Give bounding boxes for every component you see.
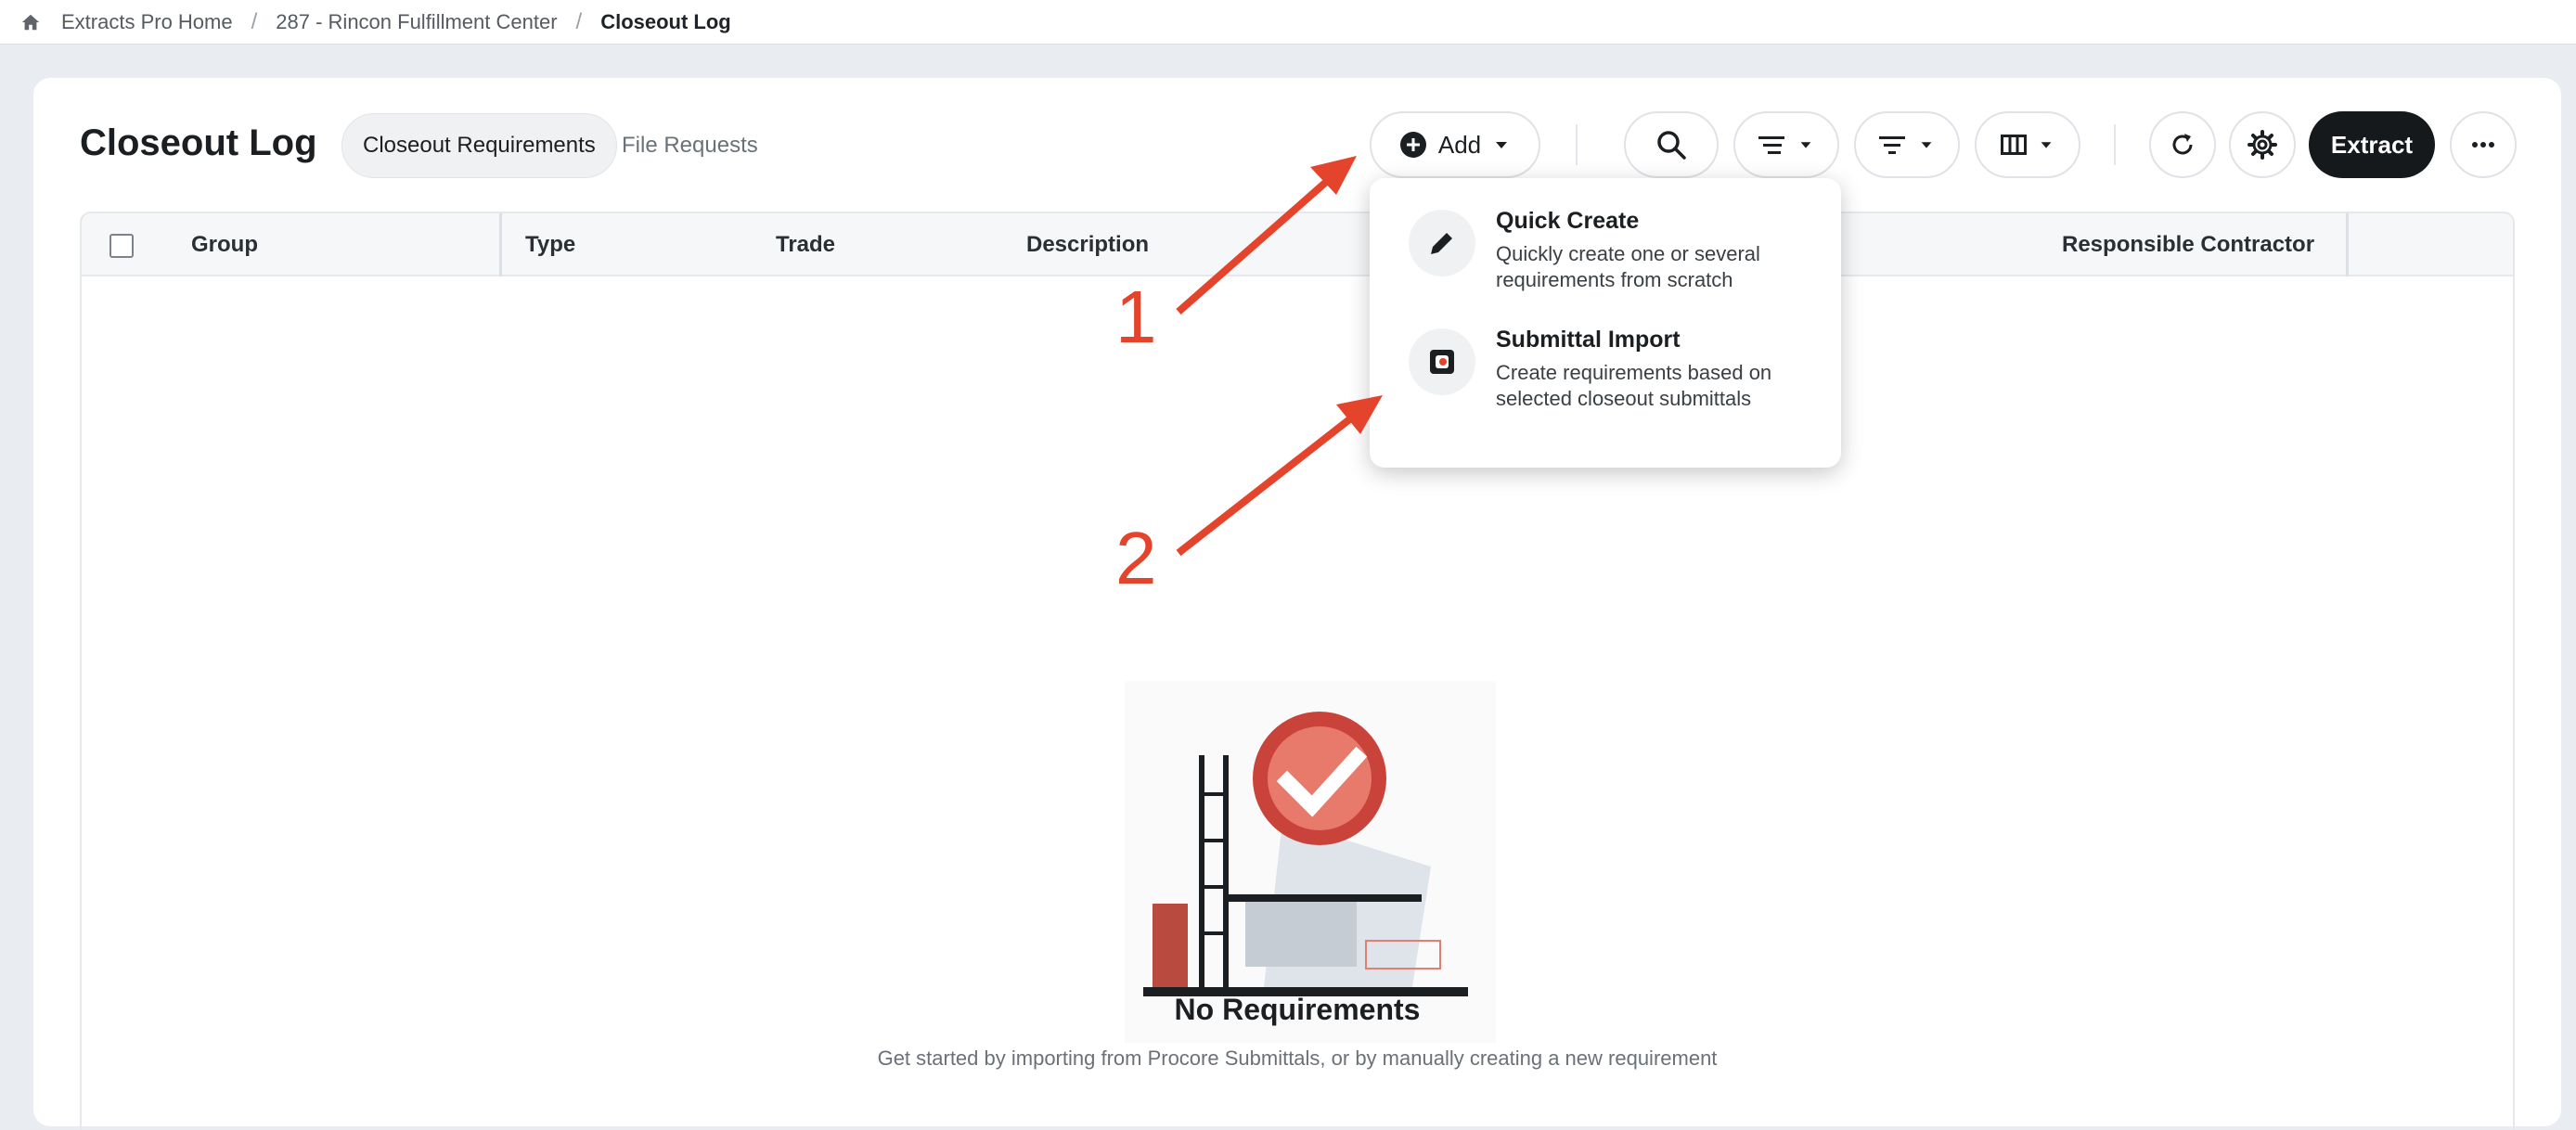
breadcrumb-home[interactable]: Extracts Pro Home (20, 10, 233, 34)
pencil-icon (1409, 210, 1475, 276)
tab-file-requests[interactable]: File Requests (601, 113, 779, 178)
column-header-trade[interactable]: Trade (776, 232, 835, 258)
annotation-number-2: 2 (1115, 517, 1157, 599)
breadcrumb-current: Closeout Log (600, 9, 731, 33)
column-resize-handle[interactable] (2346, 213, 2349, 276)
more-button[interactable] (2450, 111, 2517, 178)
more-dots-icon (2472, 142, 2494, 148)
menu-item-quick-create[interactable]: Quick Create Quickly create one or sever… (1370, 200, 1841, 312)
toolbar-divider (2114, 124, 2116, 165)
caret-down-icon (2041, 142, 2052, 148)
table-header: Group Type Trade Description Responsible… (80, 212, 2515, 276)
procore-logo-icon (1409, 328, 1475, 395)
annotation-number-1: 1 (1115, 276, 1157, 358)
add-dropdown-menu: Quick Create Quickly create one or sever… (1370, 178, 1841, 468)
group-button[interactable] (1733, 111, 1839, 178)
search-icon (1657, 131, 1686, 160)
menu-item-description: Quickly create one or several requiremen… (1496, 242, 1760, 291)
breadcrumb: Extracts Pro Home / 287 - Rincon Fulfill… (0, 0, 2576, 45)
breadcrumb-home-label: Extracts Pro Home (61, 9, 233, 33)
column-header-responsible-contractor[interactable]: Responsible Contractor (2062, 232, 2314, 258)
column-header-description[interactable]: Description (1026, 232, 1149, 258)
breadcrumb-separator: / (575, 8, 583, 34)
caret-down-icon (1921, 142, 1932, 148)
settings-button[interactable] (2229, 111, 2296, 178)
add-button[interactable]: Add (1370, 111, 1540, 178)
search-button[interactable] (1624, 111, 1719, 178)
filter-icon (1879, 136, 1905, 154)
menu-item-title: Submittal Import (1496, 327, 1681, 353)
refresh-icon (2172, 134, 2193, 155)
refresh-button[interactable] (2149, 111, 2216, 178)
breadcrumb-project[interactable]: 287 - Rincon Fulfillment Center (276, 10, 557, 34)
main-card: Closeout Log Closeout Requirements File … (33, 78, 2561, 1130)
empty-state-subtitle: Get started by importing from Procore Su… (877, 1047, 1718, 1070)
plus-circle-icon (1399, 132, 1426, 158)
column-resize-handle[interactable] (499, 213, 502, 276)
add-button-label: Add (1437, 130, 1482, 159)
tab-closeout-requirements[interactable]: Closeout Requirements (341, 113, 617, 178)
group-lines-icon (1758, 136, 1784, 154)
menu-item-submittal-import[interactable]: Submittal Import Create requirements bas… (1370, 319, 1841, 430)
column-header-type[interactable]: Type (525, 232, 575, 258)
toolbar-divider (1576, 124, 1578, 165)
caret-down-icon (1800, 142, 1811, 148)
filter-button[interactable] (1854, 111, 1960, 178)
empty-state-title: No Requirements (1174, 993, 1421, 1026)
menu-item-title: Quick Create (1496, 208, 1640, 234)
gear-icon (2248, 130, 2277, 160)
columns-icon (2001, 135, 2027, 155)
breadcrumb-separator: / (251, 8, 258, 34)
columns-button[interactable] (1975, 111, 2080, 178)
column-header-group[interactable]: Group (191, 232, 258, 258)
empty-state-illustration (1125, 681, 1496, 1043)
extract-button[interactable]: Extract (2309, 111, 2435, 178)
caret-down-icon (1496, 142, 1508, 148)
menu-item-description: Create requirements based on selected cl… (1496, 361, 1772, 410)
select-all-checkbox[interactable] (109, 234, 134, 258)
home-icon (21, 14, 40, 30)
page-title: Closeout Log (80, 122, 317, 163)
